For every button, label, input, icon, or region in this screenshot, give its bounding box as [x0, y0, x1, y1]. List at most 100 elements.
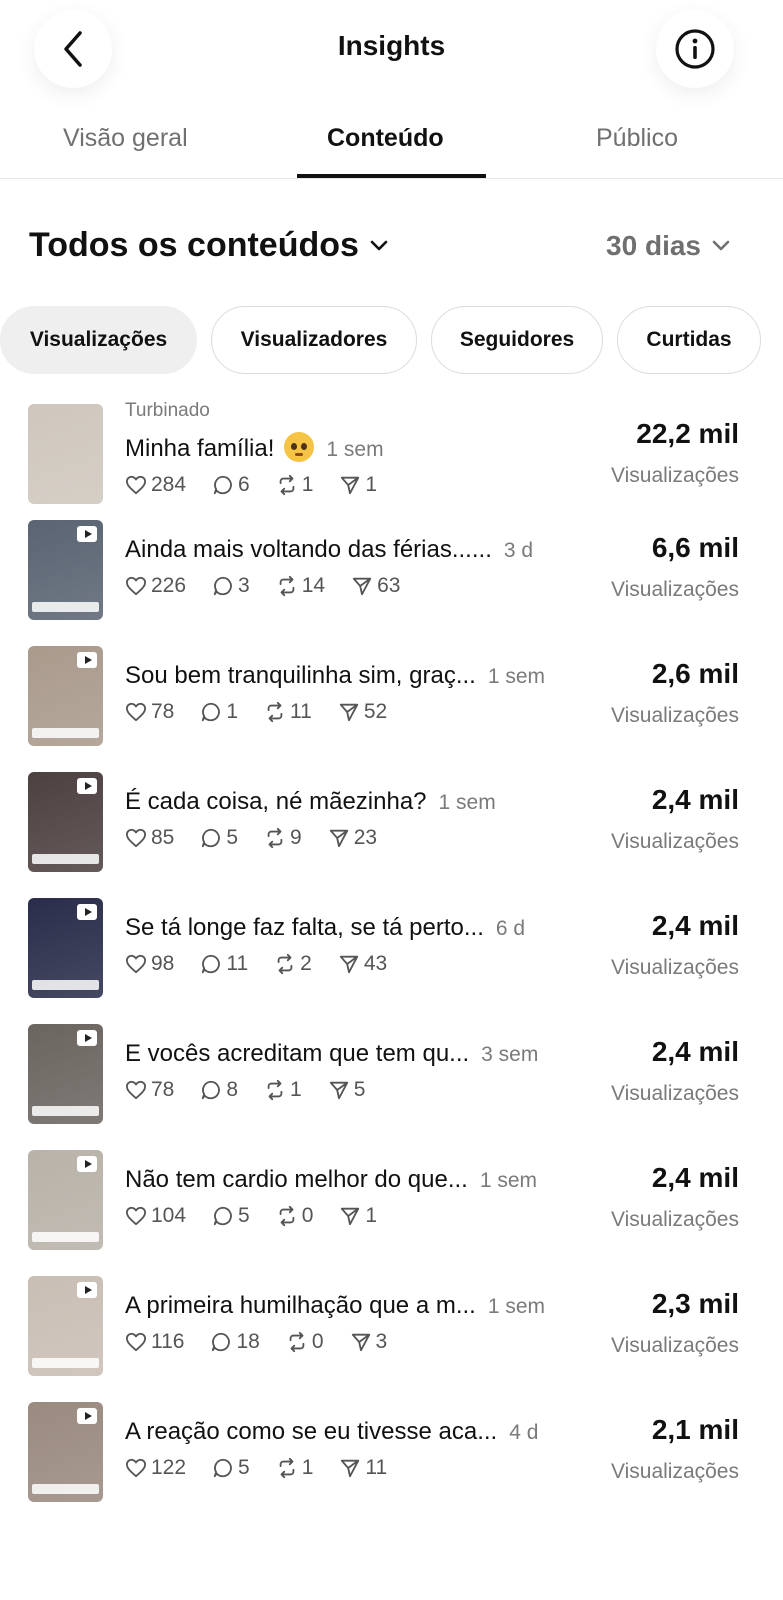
share-icon [352, 577, 372, 596]
post-age: 3 sem [481, 1043, 539, 1066]
post-row[interactable]: É cada coisa, né mãezinha? 1 sem 85 5 9 23 2,4… [0, 770, 783, 874]
post-title: Não tem cardio melhor do que... [125, 1166, 468, 1193]
heart-icon [126, 702, 146, 722]
shares-stat: 52 [338, 700, 387, 724]
post-metric: 2,6 mil Visualizações [611, 658, 739, 728]
content-filter-dropdown[interactable]: Todos os conteúdos [29, 226, 389, 265]
tab-content[interactable]: Conteúdo [327, 124, 444, 153]
thumbnail-caption [32, 1106, 99, 1116]
reposts-count: 14 [301, 574, 326, 597]
post-row[interactable]: Sou bem tranquilinha sim, graç... 1 sem 78… [0, 644, 783, 748]
post-thumbnail[interactable] [28, 520, 103, 620]
post-metric: 2,1 mil Visualizações [611, 1414, 739, 1484]
tab-audience[interactable]: Público [596, 124, 678, 153]
reel-icon [77, 1408, 97, 1424]
post-info: E vocês acreditam que tem qu... 3 sem 78 8 1… [125, 1040, 575, 1102]
shares-count: 52 [363, 700, 388, 723]
post-age: 4 d [509, 1421, 539, 1444]
comments-count: 5 [226, 826, 239, 849]
repost-icon [267, 701, 283, 723]
post-metric: 6,6 mil Visualizações [611, 532, 739, 602]
chevron-down-icon [712, 240, 730, 251]
metric-label: Visualizações [610, 1208, 739, 1231]
repost-icon [279, 1205, 295, 1227]
reposts-count: 1 [290, 1078, 302, 1101]
comments-stat: 5 [212, 1456, 250, 1480]
post-thumbnail[interactable] [28, 404, 103, 504]
chip-views[interactable]: Visualizações [0, 306, 197, 374]
likes-count: 85 [151, 826, 175, 849]
post-row[interactable]: A reação como se eu tivesse aca... 4 d 122… [0, 1400, 783, 1504]
post-title: A reação como se eu tivesse aca... [125, 1418, 498, 1445]
likes-stat: 226 [125, 574, 186, 598]
likes-stat: 85 [125, 826, 174, 850]
period-label: 30 dias [606, 230, 701, 261]
reel-icon [77, 778, 97, 794]
likes-count: 284 [151, 473, 187, 496]
reposts-stat: 0 [286, 1330, 324, 1354]
post-row[interactable]: Turbinado Minha família! 1 sem 284 6 1 1 22,2 m… [0, 400, 783, 506]
post-thumbnail[interactable] [28, 1024, 103, 1124]
metric-label: Visualizações [610, 1334, 739, 1357]
post-metric: 2,4 mil Visualizações [611, 784, 739, 854]
reposts-stat: 1 [264, 1078, 302, 1102]
post-thumbnail[interactable] [28, 1150, 103, 1250]
tab-overview[interactable]: Visão geral [63, 124, 188, 153]
chip-likes[interactable]: Curtidas [617, 306, 761, 374]
post-row[interactable]: Não tem cardio melhor do que... 1 sem 104 5… [0, 1148, 783, 1252]
reposts-stat: 0 [276, 1204, 314, 1228]
post-row[interactable]: Se tá longe faz falta, se tá perto... 6 d… [0, 896, 783, 1000]
post-thumbnail[interactable] [28, 1402, 103, 1502]
repost-icon [289, 1331, 305, 1353]
share-icon [341, 1459, 360, 1478]
likes-stat: 104 [125, 1204, 186, 1228]
post-age: 1 sem [438, 791, 496, 814]
post-info: A reação como se eu tivesse aca... 4 d 122… [125, 1418, 575, 1480]
heart-icon [126, 1206, 146, 1226]
boosted-label: Turbinado [125, 400, 210, 421]
metric-label: Visualizações [610, 1082, 739, 1105]
post-info: Se tá longe faz falta, se tá perto... 6 d… [125, 914, 575, 976]
post-stats: 85 5 9 23 [125, 826, 575, 850]
post-stats: 104 5 0 1 [125, 1204, 575, 1228]
likes-count: 78 [151, 700, 175, 723]
likes-stat: 122 [125, 1456, 186, 1480]
post-row[interactable]: A primeira humilhação que a m... 1 sem 116… [0, 1274, 783, 1378]
post-stats: 98 11 2 43 [125, 952, 575, 976]
heart-icon [126, 1080, 146, 1100]
shares-count: 3 [375, 1330, 388, 1353]
chevron-down-icon [370, 240, 388, 250]
comments-count: 5 [238, 1456, 250, 1479]
post-age: 1 sem [479, 1169, 538, 1192]
post-info: É cada coisa, né mãezinha? 1 sem 85 5 9 23 [125, 788, 575, 850]
post-row[interactable]: E vocês acreditam que tem qu... 3 sem 78 8 1… [0, 1022, 783, 1126]
shares-count: 11 [365, 1456, 388, 1479]
post-stats: 226 3 14 63 [125, 574, 575, 598]
likes-count: 116 [151, 1330, 185, 1353]
likes-count: 226 [151, 574, 187, 597]
post-title: É cada coisa, né mãezinha? [125, 788, 427, 815]
post-thumbnail[interactable] [28, 1276, 103, 1376]
reposts-stat: 14 [276, 574, 325, 598]
chip-followers[interactable]: Seguidores [431, 306, 603, 374]
post-title: Sou bem tranquilinha sim, graç... [125, 662, 476, 689]
likes-stat: 98 [125, 952, 174, 976]
post-title: Minha família! [125, 435, 275, 462]
shares-stat: 3 [350, 1330, 388, 1354]
post-age: 6 d [495, 917, 526, 940]
chip-viewers[interactable]: Visualizadores [211, 306, 417, 374]
period-dropdown[interactable]: 30 dias [606, 230, 731, 262]
post-row[interactable]: Ainda mais voltando das férias...... 3 d 2… [0, 518, 783, 622]
post-thumbnail[interactable] [28, 772, 103, 872]
post-thumbnail[interactable] [28, 898, 103, 998]
tab-bar: Visão geral Conteúdo Público [0, 100, 783, 179]
reposts-count: 11 [290, 700, 312, 723]
thumbnail-caption [32, 854, 99, 864]
comments-count: 6 [238, 473, 250, 496]
reposts-stat: 9 [264, 826, 302, 850]
likes-count: 78 [151, 1078, 175, 1101]
info-button[interactable] [656, 10, 734, 88]
reposts-count: 0 [301, 1204, 314, 1227]
comments-count: 8 [226, 1078, 239, 1101]
post-thumbnail[interactable] [28, 646, 103, 746]
